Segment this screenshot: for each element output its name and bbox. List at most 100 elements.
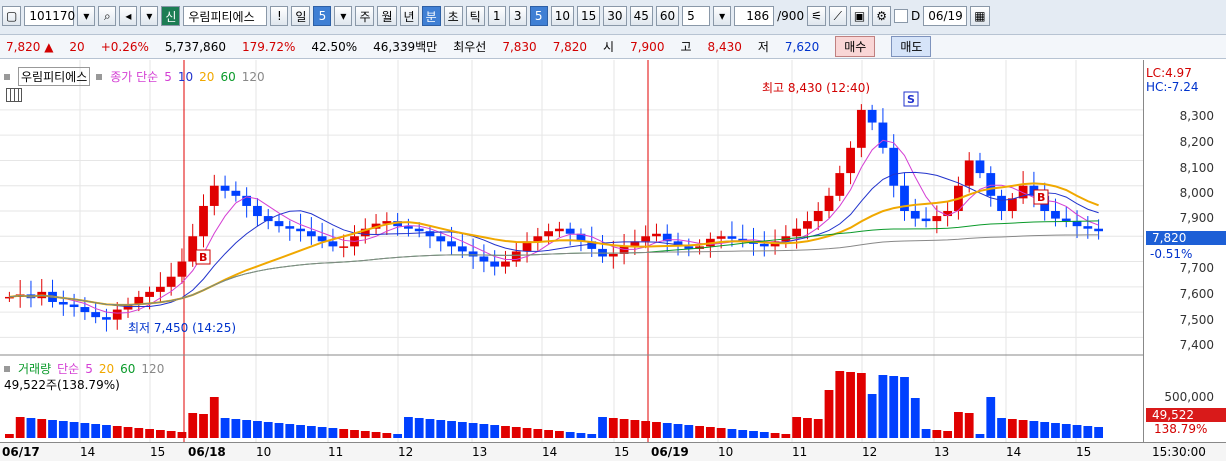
volume-bar <box>69 422 79 438</box>
toolbar-row: ▢ 101170 ▾ ⌕ ◂ ▾ 신 우림피티에스 ! 일 5 ▾ 주 월 년 … <box>0 3 990 29</box>
candle-body <box>986 173 996 196</box>
calendar-icon[interactable]: ▦ <box>970 6 990 26</box>
volume-bar <box>393 434 403 438</box>
date-input[interactable]: 06/19 <box>923 6 968 26</box>
candle-body <box>155 286 165 292</box>
volume-bar <box>587 434 597 438</box>
volume-bar <box>781 434 791 438</box>
volume-bar <box>48 420 57 438</box>
volume-bar <box>878 375 888 438</box>
dropdown-icon[interactable]: ▾ <box>77 6 96 26</box>
minute-5[interactable]: 5 <box>529 6 548 26</box>
volume-bar <box>177 432 187 438</box>
stock-name[interactable]: 우림피티에스 <box>183 6 268 26</box>
minute-10[interactable]: 10 <box>550 6 574 26</box>
tab-week[interactable]: 주 <box>355 6 375 26</box>
x-label: 06/18 <box>188 445 226 459</box>
volume-legend: 거래량 단순 5 20 60 120 <box>4 360 164 377</box>
volume-bar <box>824 390 834 438</box>
chart-area[interactable]: 최고 8,430 (12:40) 최저 7,450 (14:25) S B B … <box>0 60 1226 461</box>
tab-second[interactable]: 초 <box>443 6 463 26</box>
candle-body <box>846 147 855 174</box>
tab-year[interactable]: 년 <box>399 6 419 26</box>
chart-settings-icon[interactable]: ⚟ <box>807 6 826 26</box>
current-price: 7,820 ▲ <box>6 40 53 54</box>
price-chart-svg[interactable]: 최고 8,430 (12:40) 최저 7,450 (14:25) S B B <box>0 60 1144 443</box>
minute-3[interactable]: 3 <box>508 6 527 26</box>
volume-info: 49,522주(138.79%) <box>4 378 120 392</box>
bars-count[interactable]: 186 <box>734 6 775 26</box>
y-tick: 7,400 <box>1179 338 1214 352</box>
buy-button[interactable]: 매수 <box>835 36 876 57</box>
volume-bar <box>447 421 456 438</box>
x-label: 15:30:00 <box>1152 445 1206 459</box>
volume-bar <box>382 433 392 438</box>
candle-body <box>468 251 478 257</box>
search-icon[interactable]: ⌕ <box>98 6 117 26</box>
tab-month[interactable]: 월 <box>377 6 397 26</box>
volume-bar <box>856 373 866 438</box>
volume-bar <box>964 413 974 438</box>
hc-label: HC:-7.24 <box>1146 80 1199 94</box>
candle-body <box>856 109 866 148</box>
more-icon[interactable]: ▾ <box>140 6 159 26</box>
tab-minute[interactable]: 분 <box>421 6 441 26</box>
legend-ma5: 5 <box>164 69 172 84</box>
candle-body <box>296 228 305 232</box>
volume-bar <box>835 371 845 438</box>
sell-button[interactable]: 매도 <box>891 36 932 57</box>
volume-current-pct: 138.79% <box>1154 422 1208 436</box>
buy-marker-label: B <box>1037 191 1045 204</box>
x-label: 06/19 <box>651 445 689 459</box>
moving-average-line <box>9 234 1099 306</box>
volume-bar <box>1029 421 1039 438</box>
legend-vol-ma120: 120 <box>141 361 165 376</box>
prev-icon[interactable]: ◂ <box>119 6 138 26</box>
chevron-down-icon[interactable]: ▾ <box>713 6 732 26</box>
candle-body <box>1094 228 1103 232</box>
volume-bar <box>468 423 478 438</box>
volume-bar <box>457 422 467 438</box>
stock-code-input[interactable]: 101170 <box>24 6 75 26</box>
candle-body <box>220 185 230 191</box>
tab-day[interactable]: 일 <box>291 6 311 26</box>
minute-15[interactable]: 15 <box>577 6 601 26</box>
count-select[interactable]: 5 <box>682 6 711 26</box>
table-icon[interactable] <box>6 88 22 102</box>
volume-bar <box>792 417 802 438</box>
candle-body <box>608 253 618 257</box>
volume-bar <box>242 420 252 438</box>
quote-bar: 7,820 ▲ 20 +0.26% 5,737,860 179.72% 42.5… <box>0 35 1226 59</box>
open-price: 7,900 <box>630 39 665 54</box>
volume-bar <box>910 398 920 438</box>
minute-45[interactable]: 45 <box>629 6 653 26</box>
gear-icon[interactable]: ⚙ <box>872 6 891 26</box>
volume-bar <box>58 421 68 438</box>
candle-body <box>867 109 877 123</box>
minute-1[interactable]: 1 <box>487 6 506 26</box>
alert-button[interactable]: ! <box>270 6 289 26</box>
tab-tick[interactable]: 틱 <box>465 6 485 26</box>
minute-60[interactable]: 60 <box>655 6 680 26</box>
chevron-down-icon[interactable]: ▾ <box>334 6 353 26</box>
candle-body <box>824 195 834 211</box>
x-label: 11 <box>328 445 344 459</box>
save-icon[interactable]: ▣ <box>849 6 870 26</box>
window-icon[interactable]: ▢ <box>2 6 22 26</box>
y-tick: 7,700 <box>1179 261 1214 275</box>
y-tick: 7,900 <box>1179 211 1214 225</box>
volume-bar <box>155 430 165 438</box>
volume-bar <box>975 434 985 438</box>
toolbar: ▢ 101170 ▾ ⌕ ◂ ▾ 신 우림피티에스 ! 일 5 ▾ 주 월 년 … <box>0 0 1226 35</box>
candle-body <box>533 236 543 242</box>
day-count[interactable]: 5 <box>313 6 332 26</box>
checkbox[interactable] <box>893 9 908 23</box>
change-pct: +0.26% <box>100 39 149 54</box>
candle-body <box>932 216 942 222</box>
volume-bar <box>846 372 855 438</box>
draw-icon[interactable]: ⟋ <box>828 6 847 26</box>
sin-badge: 신 <box>161 6 181 26</box>
legend-stock-name[interactable]: 우림피티에스 <box>18 67 91 86</box>
minute-30[interactable]: 30 <box>603 6 627 26</box>
candle-body <box>145 291 154 297</box>
